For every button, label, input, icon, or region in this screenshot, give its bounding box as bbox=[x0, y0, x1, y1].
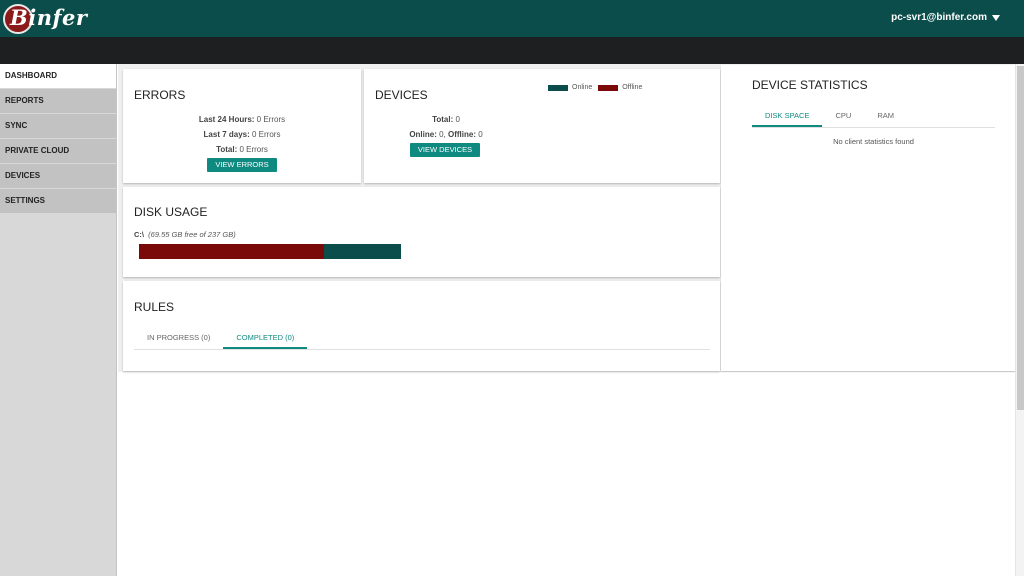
legend-online-swatch bbox=[548, 84, 568, 91]
legend-offline-swatch bbox=[598, 84, 619, 91]
errors-title: ERRORS bbox=[134, 88, 186, 102]
rules-title: RULES bbox=[134, 300, 175, 314]
devices-title: DEVICES bbox=[375, 88, 428, 102]
logo-text: Binfer bbox=[10, 5, 88, 30]
sidebar: DASHBOARD REPORTS SYNC PRIVATE CLOUD DEV… bbox=[0, 64, 117, 576]
device-statistics-tabs: DISK SPACE CPU RAM bbox=[752, 105, 995, 128]
tab-in-progress[interactable]: IN PROGRESS (0) bbox=[134, 327, 223, 349]
legend-online-label: Online bbox=[572, 84, 593, 91]
tab-disk-space[interactable]: DISK SPACE bbox=[752, 105, 823, 127]
errors-last-7-days: Last 7 days: 0 Errors bbox=[203, 130, 281, 139]
user-menu[interactable]: pc-svr1@binfer.com bbox=[891, 12, 1000, 23]
disk-usage-card: DISK USAGE C:\ (69.55 GB free of 237 GB) bbox=[123, 187, 720, 277]
user-email: pc-svr1@binfer.com bbox=[891, 12, 987, 23]
main-empty-area bbox=[118, 372, 1015, 576]
devices-online-offline: Online: 0, Offline: 0 bbox=[409, 130, 483, 139]
sidebar-item-settings[interactable]: SETTINGS bbox=[0, 189, 116, 213]
view-errors-button[interactable]: VIEW ERRORS bbox=[207, 158, 277, 172]
devices-card: DEVICES Online Offline Total: 0 Online: … bbox=[364, 69, 720, 183]
rules-card: RULES IN PROGRESS (0) COMPLETED (0) bbox=[123, 281, 720, 371]
top-header: Binfer pc-svr1@binfer.com bbox=[0, 0, 1024, 37]
disk-usage-title: DISK USAGE bbox=[134, 205, 208, 219]
device-statistics-panel: DEVICE STATISTICS DISK SPACE CPU RAM No … bbox=[721, 65, 1015, 371]
page-scrollbar[interactable] bbox=[1015, 64, 1024, 576]
device-statistics-title: DEVICE STATISTICS bbox=[752, 78, 868, 92]
errors-last-24-hours: Last 24 Hours: 0 Errors bbox=[198, 115, 286, 124]
tab-ram[interactable]: RAM bbox=[864, 105, 907, 127]
disk-usage-bar bbox=[139, 244, 401, 259]
sidebar-item-private-cloud[interactable]: PRIVATE CLOUD bbox=[0, 139, 116, 163]
disk-free-segment bbox=[324, 244, 401, 259]
disk-drive-label: C:\ (69.55 GB free of 237 GB) bbox=[134, 230, 236, 239]
disk-used-segment bbox=[139, 244, 325, 259]
legend-offline-label: Offline bbox=[622, 84, 643, 91]
view-devices-button[interactable]: VIEW DEVICES bbox=[410, 143, 480, 157]
sidebar-item-sync[interactable]: SYNC bbox=[0, 114, 116, 138]
tab-cpu[interactable]: CPU bbox=[822, 105, 864, 127]
tab-completed[interactable]: COMPLETED (0) bbox=[223, 327, 308, 349]
sidebar-item-dashboard[interactable]: DASHBOARD bbox=[0, 64, 116, 88]
caret-down-icon bbox=[992, 14, 1000, 21]
sidebar-item-devices[interactable]: DEVICES bbox=[0, 164, 116, 188]
secondary-bar bbox=[0, 37, 1024, 64]
scrollbar-thumb[interactable] bbox=[1017, 66, 1024, 410]
devices-legend: Online Offline bbox=[548, 84, 642, 91]
sidebar-item-reports[interactable]: REPORTS bbox=[0, 89, 116, 113]
binfer-logo[interactable]: Binfer bbox=[2, 2, 87, 35]
rules-tabs: IN PROGRESS (0) COMPLETED (0) bbox=[134, 327, 710, 350]
errors-card: ERRORS Last 24 Hours: 0 Errors Last 7 da… bbox=[123, 69, 361, 183]
no-statistics-message: No client statistics found bbox=[833, 137, 914, 146]
errors-total: Total: 0 Errors bbox=[216, 145, 268, 154]
devices-total: Total: 0 bbox=[432, 115, 460, 124]
